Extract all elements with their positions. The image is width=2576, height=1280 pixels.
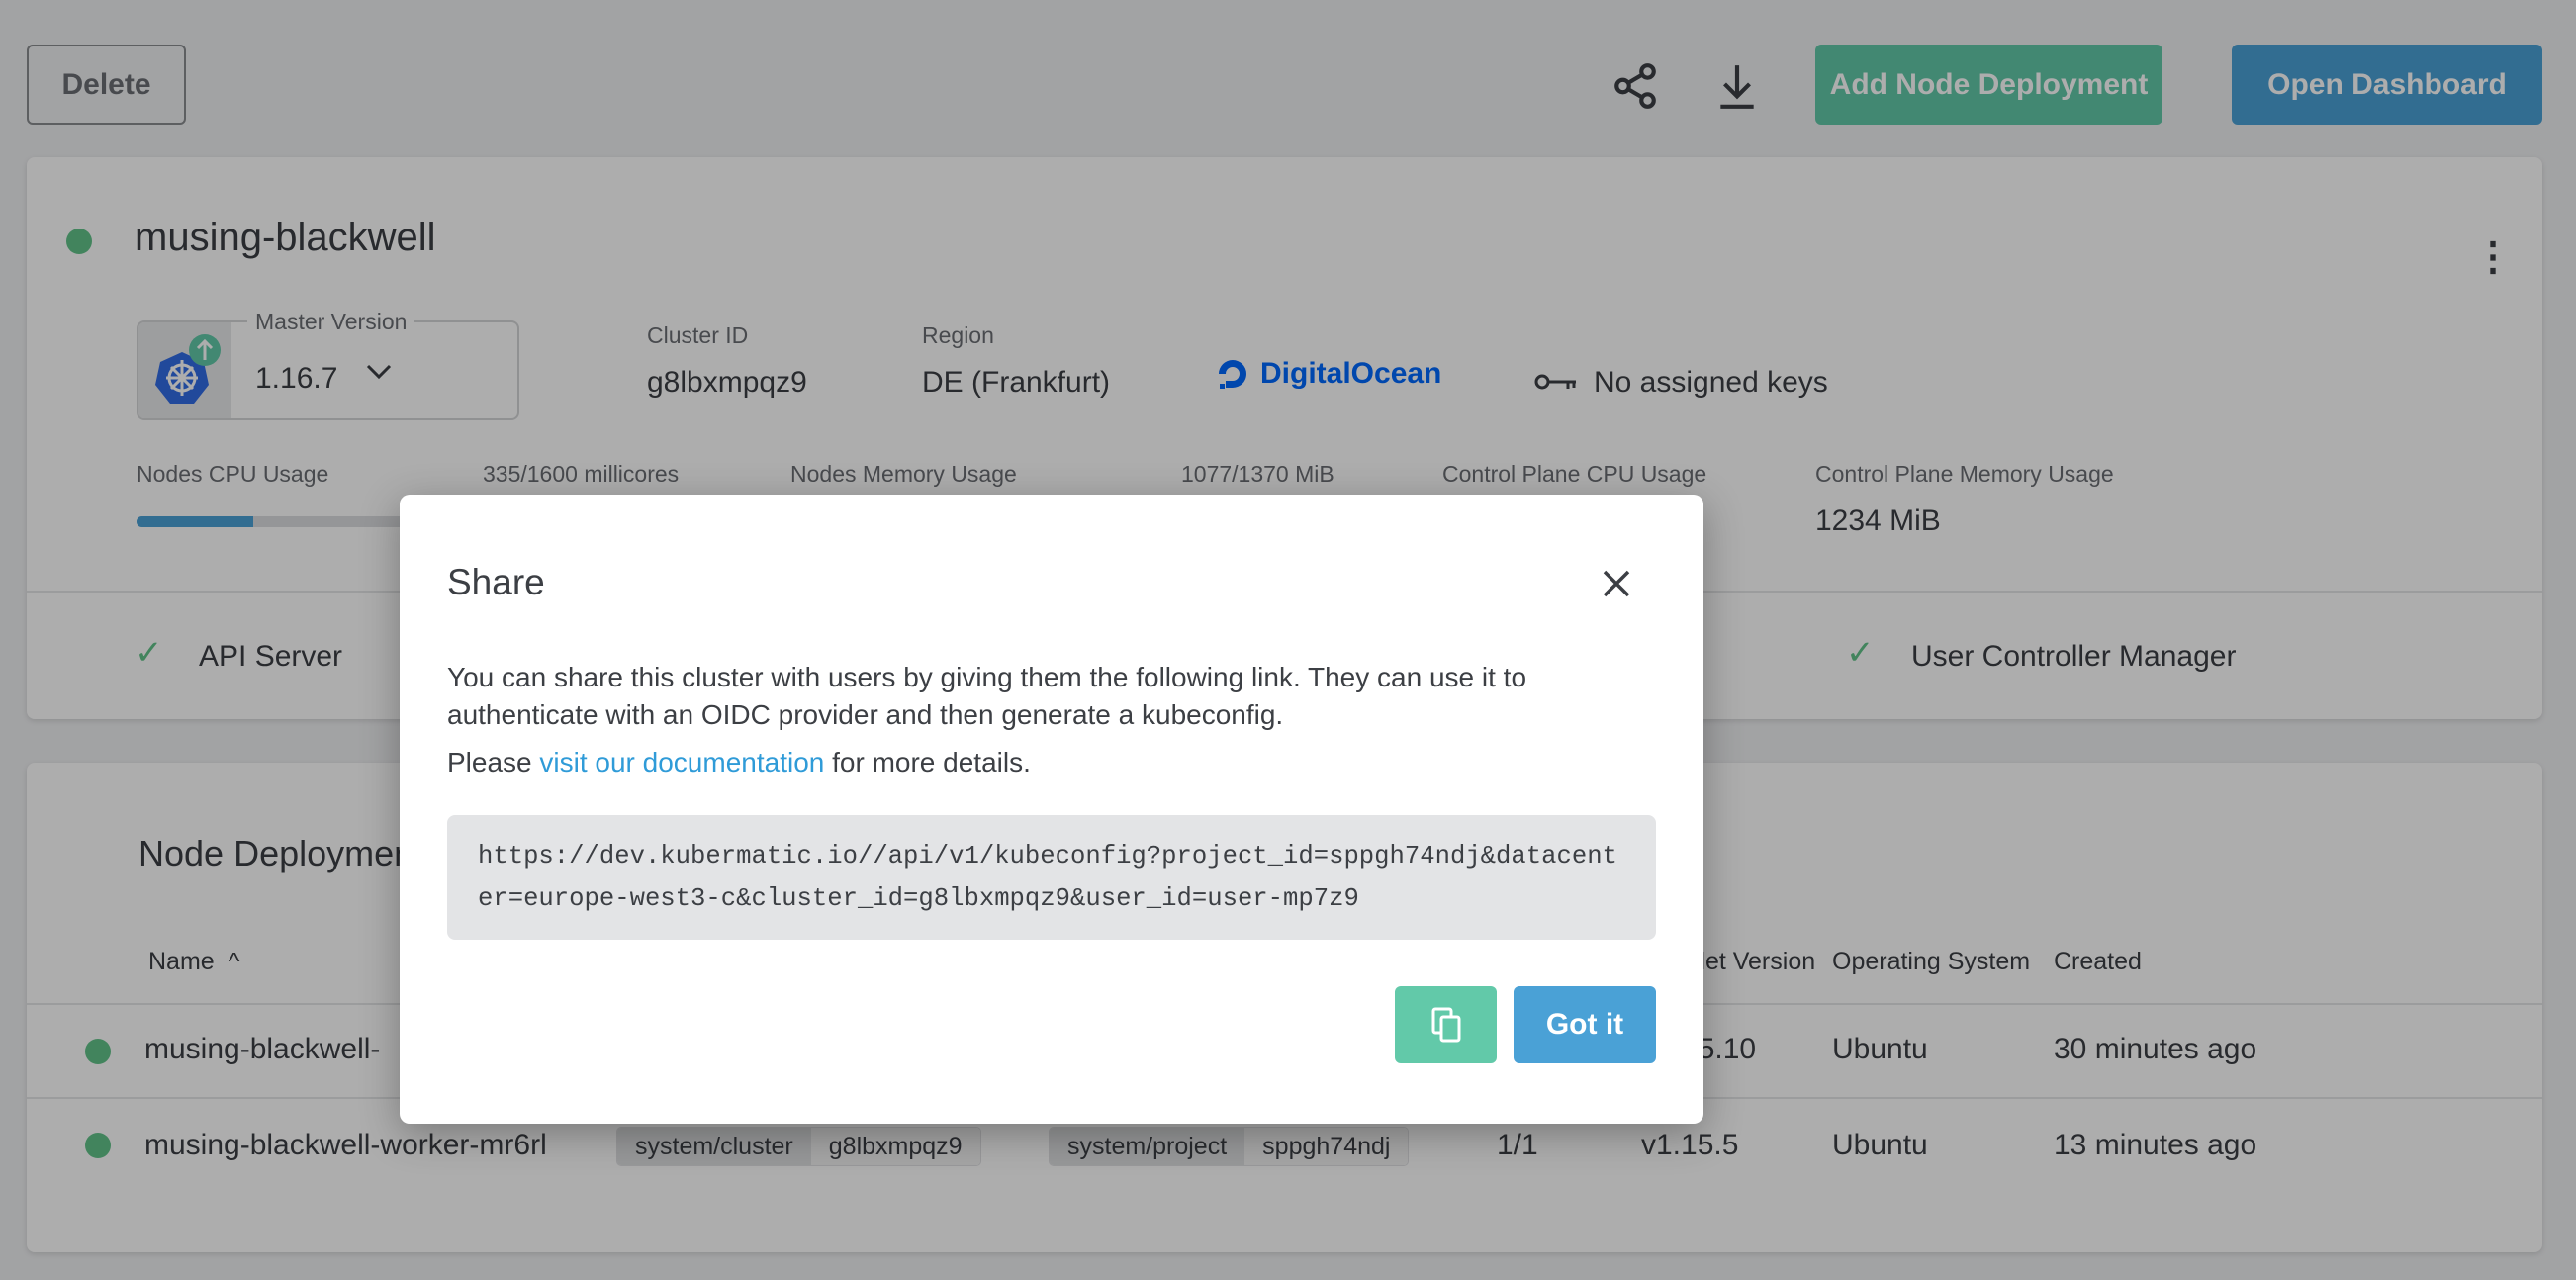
doc-text-prefix: Please [447, 747, 540, 777]
share-url-box[interactable]: https://dev.kubermatic.io//api/v1/kubeco… [447, 815, 1656, 940]
got-it-button[interactable]: Got it [1514, 986, 1656, 1063]
documentation-link[interactable]: visit our documentation [539, 747, 824, 777]
dialog-description: You can share this cluster with users by… [447, 662, 1527, 730]
share-dialog: Share You can share this cluster with us… [400, 495, 1703, 1124]
close-icon[interactable] [1601, 568, 1632, 604]
copy-button[interactable] [1395, 986, 1497, 1063]
copy-icon [1431, 1007, 1460, 1043]
dialog-title: Share [447, 562, 545, 602]
doc-text-suffix: for more details. [824, 747, 1031, 777]
dialog-doc-text: Please visit our documentation for more … [447, 747, 1031, 778]
share-url: https://dev.kubermatic.io//api/v1/kubeco… [478, 842, 1617, 913]
